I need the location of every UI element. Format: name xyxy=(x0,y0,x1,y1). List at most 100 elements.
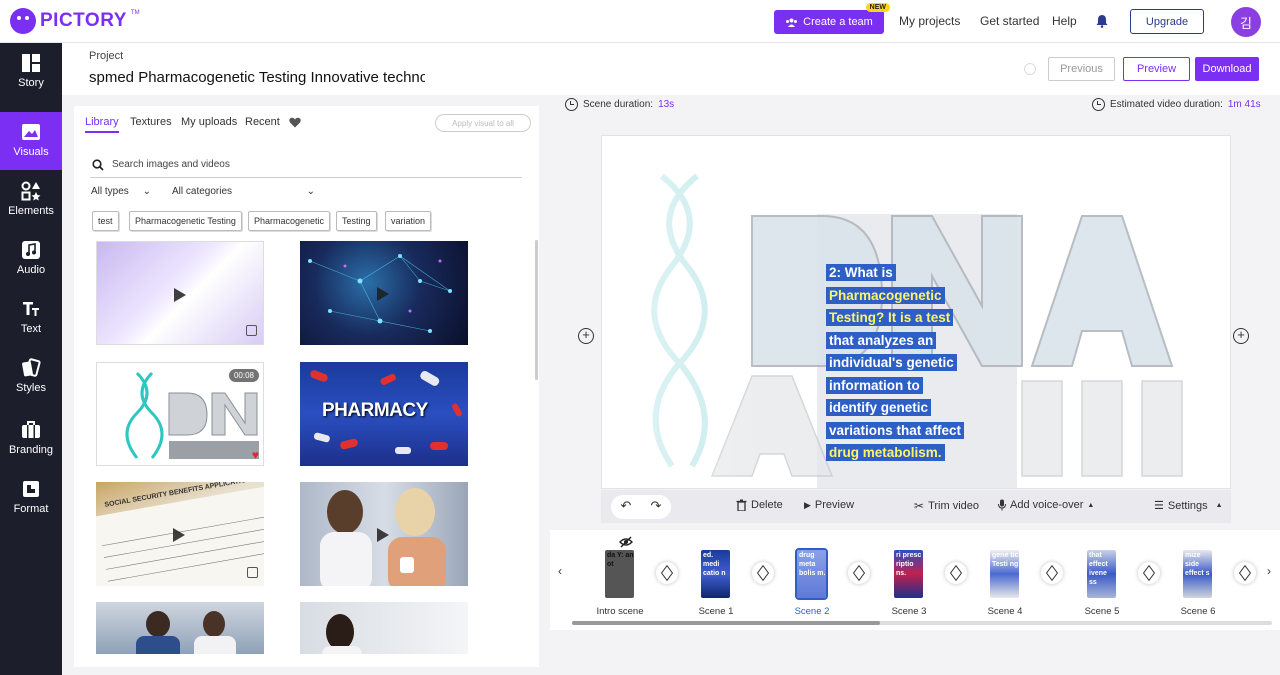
undo-redo-group: ↶ ↷ xyxy=(611,495,671,519)
sidebar-item-format[interactable]: Format xyxy=(0,469,62,527)
bell-icon[interactable] xyxy=(1096,14,1108,28)
add-scene-after-icon[interactable]: + xyxy=(1233,328,1249,344)
timeline-scrollbar-thumb[interactable] xyxy=(572,621,880,625)
delete-button[interactable]: Delete xyxy=(736,499,783,511)
scene-thumbnail-4[interactable]: gene tic Testi ng xyxy=(990,550,1019,598)
tag-chip[interactable]: test xyxy=(92,211,119,231)
nav-my-projects[interactable]: My projects xyxy=(899,14,960,28)
scene-duration-label: Scene duration: xyxy=(583,99,654,110)
sidebar-item-audio[interactable]: Audio xyxy=(0,230,62,288)
sidebar-item-visuals[interactable]: Visuals xyxy=(0,112,62,170)
tab-my-uploads[interactable]: My uploads xyxy=(181,116,237,128)
scene-label: Scene 3 xyxy=(891,606,927,617)
media-thumbnail[interactable]: SOCIAL SECURITY BENEFITS APPLICATION xyxy=(96,482,264,586)
nav-help[interactable]: Help xyxy=(1052,14,1077,28)
download-button[interactable]: Download xyxy=(1195,57,1259,81)
scene-thumbnail-text: da Y: an ot xyxy=(607,552,634,568)
timeline-left-chevron-icon[interactable]: ‹ xyxy=(558,564,562,578)
tag-chip[interactable]: Pharmacogenetic Testing xyxy=(129,211,242,231)
media-thumbnail[interactable] xyxy=(96,241,264,345)
project-title[interactable]: spmed Pharmacogenetic Testing Innovative… xyxy=(89,69,425,86)
search-icon xyxy=(92,158,104,171)
trash-icon xyxy=(736,499,747,511)
media-thumbnail[interactable] xyxy=(300,241,468,345)
media-thumbnail[interactable]: 00:08 ♥ xyxy=(96,362,264,466)
sidebar-item-branding[interactable]: Branding xyxy=(0,410,62,468)
scene-preview-button[interactable]: ▶ Preview xyxy=(804,499,854,511)
library-panel: Library Textures My uploads Recent Apply… xyxy=(74,106,539,667)
create-team-button[interactable]: Create a team NEW xyxy=(774,3,890,34)
scene-thumbnail-2[interactable]: drug meta bolis m. xyxy=(795,548,828,600)
sidebar-item-story[interactable]: Story xyxy=(0,43,62,101)
tab-library[interactable]: Library xyxy=(85,116,119,133)
nav-get-started[interactable]: Get started xyxy=(980,14,1039,28)
scene-thumbnail-6[interactable]: mize side effect s xyxy=(1183,550,1212,598)
transition-icon[interactable] xyxy=(1234,562,1256,584)
new-badge: NEW xyxy=(865,3,890,12)
preview-button[interactable]: Preview xyxy=(1123,57,1190,81)
sidebar-item-elements[interactable]: Elements xyxy=(0,171,62,229)
scene-thumbnail-1[interactable]: ed. medi catio n xyxy=(701,550,730,598)
favorite-heart-icon[interactable]: ♥ xyxy=(252,448,259,462)
octopus-logo-icon xyxy=(10,8,36,34)
category-filter-dropdown[interactable]: All categories ⌄ xyxy=(172,186,315,197)
canvas-toolbar: ↶ ↷ Delete ▶ Preview ✂ Trim video Add vo… xyxy=(601,490,1231,523)
scene-thumbnail-5[interactable]: that effect ivene ss xyxy=(1087,550,1116,598)
caption-line: that analyzes an xyxy=(826,331,937,349)
sidebar-item-styles[interactable]: Styles xyxy=(0,348,62,410)
trim-video-button[interactable]: ✂ Trim video xyxy=(914,499,979,513)
favorites-heart-icon[interactable] xyxy=(289,117,301,128)
saving-spinner-icon xyxy=(1024,63,1036,75)
scene-label: Scene 4 xyxy=(987,606,1023,617)
caption-line: Pharmacogenetic xyxy=(826,286,945,304)
add-scene-before-icon[interactable]: + xyxy=(578,328,594,344)
chevron-down-icon: ⌄ xyxy=(142,186,151,197)
media-thumbnail[interactable] xyxy=(300,602,468,654)
scene-caption[interactable]: 2: What is Pharmacogenetic Testing? It i… xyxy=(826,262,1006,465)
timeline-right-chevron-icon[interactable]: › xyxy=(1267,564,1271,578)
copy-icon[interactable] xyxy=(247,567,258,578)
settings-button[interactable]: ☰ Settings ▲ xyxy=(1154,499,1223,513)
transition-icon[interactable] xyxy=(752,562,774,584)
eye-slash-icon[interactable] xyxy=(619,536,633,548)
tab-textures[interactable]: Textures xyxy=(130,116,172,128)
story-icon xyxy=(22,54,40,72)
tag-chip[interactable]: Pharmacogenetic xyxy=(248,211,331,231)
add-voice-over-button[interactable]: Add voice-over ▲ xyxy=(998,499,1094,511)
tag-chip[interactable]: Testing xyxy=(336,211,377,231)
media-thumbnail[interactable] xyxy=(300,482,468,586)
scene-label: Scene 2 xyxy=(794,606,830,617)
scene-preview-label: Preview xyxy=(814,499,855,511)
sidebar-item-label: Styles xyxy=(16,382,46,394)
library-scrollbar[interactable] xyxy=(535,240,538,380)
avatar[interactable]: 김 xyxy=(1231,7,1261,37)
media-thumbnail[interactable]: PHARMACY xyxy=(300,362,468,466)
previous-button[interactable]: Previous xyxy=(1048,57,1115,81)
image-icon xyxy=(22,124,40,140)
transition-icon[interactable] xyxy=(945,562,967,584)
upgrade-button[interactable]: Upgrade xyxy=(1130,9,1204,34)
apply-visual-to-all-button[interactable]: Apply visual to all xyxy=(435,114,531,132)
copy-icon[interactable] xyxy=(246,325,257,336)
chevron-down-icon: ⌄ xyxy=(306,186,315,197)
pictory-logo[interactable]: PICTORY TM xyxy=(10,8,140,34)
transition-icon[interactable] xyxy=(1041,562,1063,584)
tab-recent[interactable]: Recent xyxy=(245,116,280,128)
search-input[interactable] xyxy=(112,159,492,170)
scene-label: Scene 6 xyxy=(1180,606,1216,617)
media-thumbnail[interactable] xyxy=(96,602,264,654)
timeline-scrollbar[interactable] xyxy=(572,621,1272,625)
redo-icon[interactable]: ↷ xyxy=(641,495,671,519)
type-filter-dropdown[interactable]: All types ⌄ xyxy=(91,186,151,197)
undo-icon[interactable]: ↶ xyxy=(611,495,641,519)
transition-icon[interactable] xyxy=(848,562,870,584)
transition-icon[interactable] xyxy=(1138,562,1160,584)
add-voice-over-label: Add voice-over xyxy=(1010,499,1084,511)
transition-icon[interactable] xyxy=(656,562,678,584)
tag-chip[interactable]: variation xyxy=(385,211,432,231)
scene-thumbnail-3[interactable]: ri presc riptio ns. xyxy=(894,550,923,598)
sidebar-item-label: Text xyxy=(20,323,42,335)
scene-thumbnail-intro[interactable]: da Y: an ot xyxy=(605,550,634,598)
caret-up-icon: ▲ xyxy=(1087,501,1095,509)
sidebar-item-text[interactable]: Text xyxy=(0,289,62,347)
